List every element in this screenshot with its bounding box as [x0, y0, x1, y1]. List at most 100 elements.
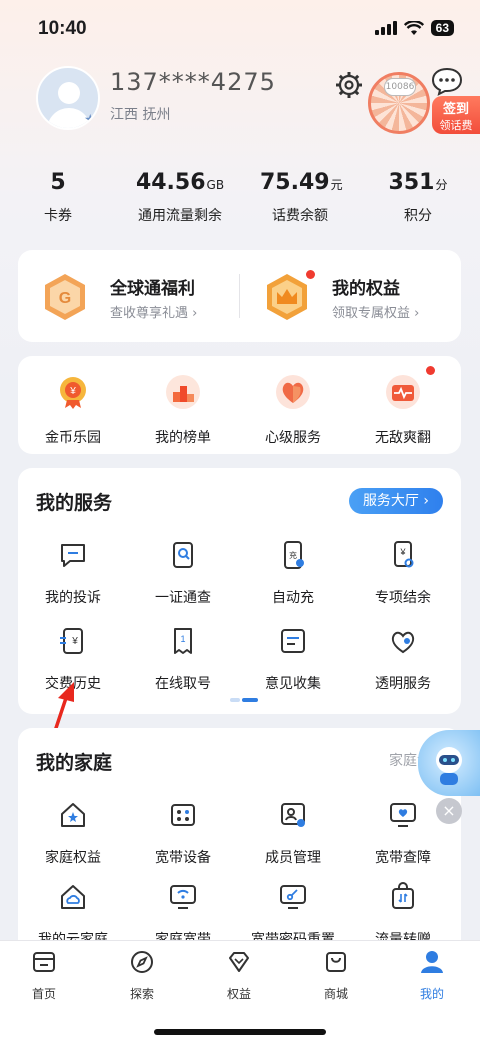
quick-item-ranking[interactable]: 我的榜单	[128, 374, 238, 447]
payment-history-icon: ¥	[60, 628, 83, 654]
router-icon	[171, 804, 195, 826]
stat-value: 44.56	[135, 170, 206, 195]
diamond-icon	[229, 952, 249, 972]
gear-icon[interactable]	[334, 70, 364, 100]
family-item-members[interactable]: 成员管理	[238, 800, 348, 867]
svg-text:G: G	[59, 290, 71, 307]
family-item-rights[interactable]: 家庭权益	[18, 800, 128, 867]
notification-dot	[306, 270, 315, 279]
stat-label: 积分	[404, 208, 432, 224]
sign-in-tag[interactable]: 签到 领话费	[432, 96, 480, 134]
service-label: 我的投诉	[45, 590, 101, 606]
stat-data-remaining[interactable]: 44.56GB 通用流量剩余	[128, 170, 232, 225]
tab-label: 商城	[323, 987, 348, 1001]
key-monitor-icon	[280, 885, 306, 909]
service-online-queue[interactable]: 1 在线取号	[128, 626, 238, 693]
tab-home[interactable]: 首页	[14, 949, 74, 1002]
family-label: 家庭权益	[45, 850, 101, 866]
stat-coupons[interactable]: 5 卡券	[38, 170, 78, 225]
svg-text:1: 1	[180, 634, 185, 644]
tab-rights[interactable]: 权益	[209, 949, 269, 1002]
tab-label: 探索	[129, 987, 154, 1001]
svg-text:¥: ¥	[399, 547, 406, 557]
cloud-home-icon	[61, 885, 85, 909]
family-label: 宽带查障	[375, 850, 431, 866]
welfare-subtitle: 领取专属权益 ›	[332, 306, 420, 321]
member-card-icon	[281, 803, 305, 827]
complaint-icon	[61, 544, 85, 567]
wifi-monitor-icon	[170, 885, 196, 909]
tab-mall[interactable]: 商城	[306, 949, 366, 1002]
transfer-bag-icon	[392, 882, 414, 909]
service-my-complaints[interactable]: 我的投诉	[18, 540, 128, 607]
quick-item-super-deal[interactable]: 无敌爽翻	[348, 374, 458, 447]
service-auto-recharge[interactable]: 充 自动充	[238, 540, 348, 607]
section-title: 我的家庭	[36, 752, 113, 774]
quick-label: 心级服务	[265, 430, 321, 446]
stat-label: 卡券	[44, 208, 72, 224]
stat-value: 75.49	[260, 170, 330, 195]
stat-value: 5	[50, 170, 66, 195]
tab-label: 我的	[419, 987, 444, 1001]
family-item-home-broadband[interactable]: 家庭宽带	[128, 882, 238, 949]
tab-label: 权益	[226, 987, 251, 1001]
tab-explore[interactable]: 探索	[112, 949, 172, 1002]
stat-value: 351	[388, 170, 435, 195]
stat-unit: 元	[330, 178, 343, 192]
bottom-tab-bar: 首页 探索 权益 商城 我的	[0, 940, 480, 1041]
close-icon[interactable]: ×	[436, 798, 462, 824]
family-label: 宽带设备	[155, 850, 211, 866]
sign-in-label: 签到	[442, 102, 469, 117]
family-item-cloud-home[interactable]: 我的云家庭	[18, 882, 128, 949]
medal-icon: ¥	[60, 377, 86, 409]
service-label: 一证通查	[155, 590, 211, 606]
global-welfare-entry[interactable]: G 全球通福利 查收尊享礼遇 ›	[40, 268, 230, 326]
welfare-title: 全球通福利	[110, 279, 195, 299]
sign-in-sub-label: 领话费	[439, 119, 473, 132]
quick-item-heart-service[interactable]: 心级服务	[238, 374, 348, 447]
svg-text:充: 充	[289, 550, 297, 560]
phone-number: 137****4275	[110, 68, 276, 96]
status-time: 10:40	[38, 18, 87, 39]
service-special-balance[interactable]: ¥ 专项结余	[348, 540, 458, 607]
star-badge-icon: ★	[84, 112, 97, 128]
stat-points[interactable]: 351分 积分	[386, 170, 450, 225]
gift-card-icon	[386, 375, 420, 409]
signal-icon	[374, 21, 397, 35]
avatar[interactable]: ★	[36, 66, 100, 130]
svg-text:¥: ¥	[71, 636, 78, 647]
service-feedback[interactable]: 意见收集	[238, 626, 348, 693]
id-search-icon	[173, 542, 193, 568]
divider	[239, 274, 240, 318]
family-item-broadband-device[interactable]: 宽带设备	[128, 800, 238, 867]
status-icons: 63	[374, 20, 454, 36]
tab-mine[interactable]: 我的	[402, 949, 462, 1002]
notification-dot	[426, 366, 435, 375]
wifi-icon	[403, 20, 424, 35]
heart-icon	[276, 375, 310, 409]
family-label: 成员管理	[265, 850, 321, 866]
stat-label: 话费余额	[272, 208, 328, 224]
tab-label: 首页	[31, 987, 56, 1001]
family-item-password-reset[interactable]: 宽带密码重置	[238, 882, 348, 949]
battery-icon: 63	[430, 20, 454, 36]
stat-unit: GB	[206, 178, 225, 192]
service-label: 在线取号	[155, 676, 211, 692]
service-transparent[interactable]: 透明服务	[348, 626, 458, 693]
message-icon[interactable]	[430, 66, 464, 96]
stat-balance[interactable]: 75.49元 话费余额	[260, 170, 343, 225]
assistant-robot-icon[interactable]	[418, 730, 480, 796]
crown-icon	[267, 274, 307, 320]
account-stats: 5 卡券 44.56GB 通用流量剩余 75.49元 话费余额 351分 积分	[0, 170, 480, 232]
service-label: 自动充	[272, 590, 314, 606]
monitor-heart-icon	[390, 803, 416, 827]
service-hall-button[interactable]: 服务大厅 ›	[348, 488, 443, 514]
compass-icon	[131, 951, 153, 973]
quick-item-coin-park[interactable]: ¥ 金币乐园	[18, 374, 128, 447]
shopping-bag-icon	[326, 952, 346, 972]
my-rights-entry[interactable]: 我的权益 领取专属权益 ›	[262, 268, 452, 326]
feedback-icon	[281, 629, 305, 653]
service-id-check[interactable]: 一证通查	[128, 540, 238, 607]
service-label: 专项结余	[375, 590, 431, 606]
family-item-data-transfer[interactable]: 流量转赠	[348, 882, 458, 949]
